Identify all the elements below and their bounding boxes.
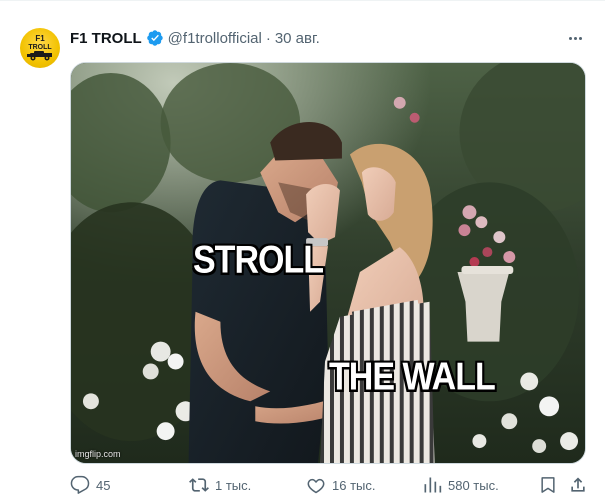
like-count: 16 тыс.: [332, 477, 376, 493]
author-name[interactable]: F1 TROLL: [70, 30, 142, 47]
views-count: 580 тыс.: [448, 477, 499, 493]
avatar-text-bottom: TROLL: [28, 44, 52, 51]
race-car-icon: [27, 51, 52, 61]
tweet-date[interactable]: 30 авг.: [275, 30, 320, 47]
like-button[interactable]: 16 тыс.: [306, 474, 375, 496]
retweet-icon: [189, 478, 209, 492]
imgflip-watermark: imgflip.com: [75, 449, 121, 459]
reply-button[interactable]: 45: [70, 474, 110, 496]
retweet-button[interactable]: 1 тыс.: [189, 474, 251, 496]
like-icon: [307, 478, 325, 494]
tweet-media-image[interactable]: STROLL THE WALL imgflip.com: [70, 62, 586, 464]
verified-badge-icon[interactable]: [146, 29, 164, 47]
meme-label-bottom: THE WALL: [329, 355, 496, 399]
retweet-count: 1 тыс.: [215, 477, 252, 493]
share-icon: [571, 477, 585, 492]
share-button[interactable]: [568, 474, 588, 496]
views-icon: [424, 477, 442, 493]
tweet-actions: 45 1 тыс. 16 тыс. 580 тыс.: [70, 474, 590, 496]
more-dot: [573, 36, 577, 40]
share-icon-partial: [547, 0, 561, 6]
separator-dot: ·: [265, 29, 271, 47]
more-dot: [568, 36, 572, 40]
top-divider: [0, 0, 605, 1]
reply-count: 45: [96, 477, 111, 493]
more-icon[interactable]: [565, 30, 585, 46]
meme-label-top: STROLL: [193, 238, 324, 282]
views-button[interactable]: 580 тыс.: [422, 474, 499, 496]
more-dot: [578, 36, 582, 40]
reply-icon: [70, 475, 90, 494]
tweet-header: F1 TROLL @f1trollofficial · 30 авг.: [70, 28, 320, 48]
avatar[interactable]: F1 TROLL: [20, 28, 60, 68]
bookmark-icon: [541, 477, 555, 493]
avatar-text-top: F1: [35, 34, 45, 43]
author-handle[interactable]: @f1trollofficial: [168, 30, 262, 47]
f1-troll-logo: F1 TROLL: [27, 34, 52, 61]
bookmark-button[interactable]: [538, 474, 558, 496]
meme-photo: [71, 63, 585, 463]
